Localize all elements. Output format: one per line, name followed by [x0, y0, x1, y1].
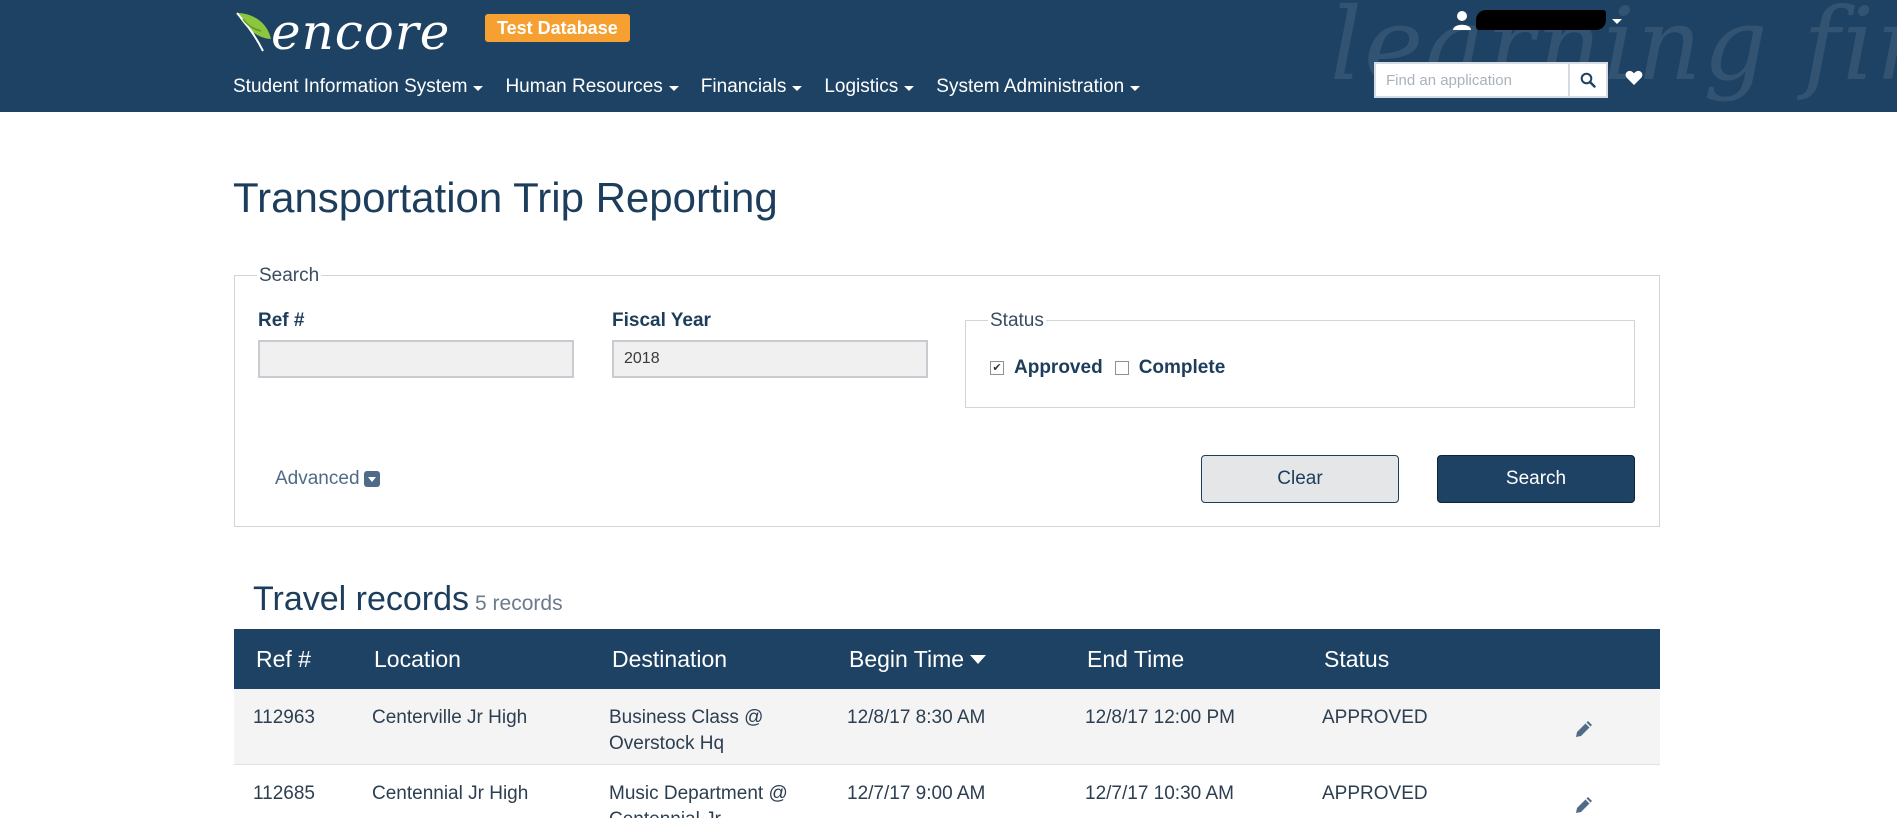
- complete-checkbox[interactable]: [1114, 361, 1129, 375]
- fiscal-year-label: Fiscal Year: [612, 310, 711, 331]
- nav-student-information-system[interactable]: Student Information System: [233, 76, 484, 98]
- heart-icon: [1625, 70, 1643, 85]
- status-legend: Status: [988, 310, 1046, 332]
- advanced-toggle[interactable]: Advanced: [275, 468, 380, 490]
- column-header-destination[interactable]: Destination: [612, 629, 727, 689]
- ref-number-input[interactable]: [258, 340, 574, 378]
- user-name-redacted: [1476, 10, 1606, 30]
- status-filter-group: Status ✔ Approved Complete: [965, 310, 1635, 408]
- column-header-label: Begin Time: [849, 646, 965, 672]
- edit-pencil-icon[interactable]: [1572, 793, 1596, 817]
- nav-label: Logistics: [824, 76, 899, 97]
- approved-checkbox[interactable]: ✔: [990, 361, 1004, 375]
- records-title: Travel records: [253, 580, 470, 618]
- nav-label: Student Information System: [233, 76, 468, 97]
- search-panel: Search Ref # Fiscal Year Status ✔ Approv…: [234, 265, 1660, 527]
- fiscal-year-input[interactable]: [612, 340, 928, 378]
- encore-logo[interactable]: encore: [233, 4, 450, 60]
- nav-label: Human Resources: [505, 76, 663, 97]
- test-database-badge: Test Database: [485, 14, 630, 42]
- search-icon: [1580, 72, 1596, 88]
- application-search: [1374, 62, 1608, 98]
- table-row[interactable]: 112685 Centennial Jr High Music Departme…: [234, 765, 1660, 818]
- records-count: 5 records: [475, 592, 563, 615]
- sort-descending-icon: [970, 654, 987, 664]
- status-checkboxes: ✔ Approved Complete: [990, 357, 1237, 379]
- cell-destination: Business Class @ Overstock Hq: [609, 707, 764, 754]
- nav-label: System Administration: [936, 76, 1125, 97]
- cell-status: APPROVED: [1322, 783, 1428, 804]
- column-header-end-time[interactable]: End Time: [1087, 629, 1184, 689]
- column-header-label: End Time: [1087, 646, 1185, 672]
- column-header-ref[interactable]: Ref #: [256, 629, 311, 689]
- column-header-label: Destination: [612, 646, 728, 672]
- complete-checkbox-label[interactable]: Complete: [1139, 357, 1226, 379]
- column-header-status[interactable]: Status: [1324, 629, 1389, 689]
- cell-end-time: 12/8/17 12:00 PM: [1085, 707, 1235, 728]
- records-heading: Travel records 5 records: [253, 580, 563, 619]
- top-navigation-bar: learning first encore Test Database Stud…: [0, 0, 1897, 112]
- page-title: Transportation Trip Reporting: [233, 174, 778, 221]
- caret-down-icon: [1612, 18, 1622, 24]
- cell-begin-time: 12/8/17 8:30 AM: [847, 707, 986, 728]
- travel-records-table: Ref # Location Destination Begin Time En…: [234, 629, 1660, 818]
- nav-label: Financials: [700, 76, 787, 97]
- caret-down-icon: [792, 85, 803, 91]
- cell-ref: 112685: [253, 783, 315, 804]
- cell-end-time: 12/7/17 10:30 AM: [1085, 783, 1234, 804]
- expand-down-icon: [363, 471, 380, 487]
- column-header-location[interactable]: Location: [374, 629, 461, 689]
- nav-human-resources[interactable]: Human Resources: [505, 76, 679, 98]
- column-header-begin-time[interactable]: Begin Time: [849, 629, 987, 689]
- table-header: Ref # Location Destination Begin Time En…: [234, 629, 1660, 689]
- find-application-input[interactable]: [1374, 62, 1570, 98]
- caret-down-icon: [1130, 85, 1141, 91]
- ref-number-label: Ref #: [258, 310, 305, 331]
- approved-checkbox-label[interactable]: Approved: [1014, 357, 1103, 379]
- cell-destination: Music Department @ Centennial Jr: [609, 783, 788, 818]
- search-panel-legend: Search: [257, 265, 322, 287]
- advanced-label: Advanced: [275, 468, 360, 489]
- main-navigation: Student Information System Human Resourc…: [233, 76, 1141, 98]
- caret-down-icon: [668, 85, 679, 91]
- column-header-label: Status: [1324, 646, 1390, 672]
- user-icon: [1453, 11, 1471, 30]
- column-header-label: Location: [374, 646, 461, 672]
- caret-down-icon: [473, 85, 484, 91]
- cell-ref: 112963: [253, 707, 315, 728]
- user-menu[interactable]: [1452, 10, 1622, 30]
- table-row[interactable]: 112963 Centerville Jr High Business Clas…: [234, 689, 1660, 765]
- search-button[interactable]: Search: [1437, 455, 1635, 503]
- nav-financials[interactable]: Financials: [701, 76, 803, 98]
- logo-wordmark: encore: [271, 3, 451, 61]
- clear-button[interactable]: Clear: [1201, 455, 1399, 503]
- application-search-button[interactable]: [1570, 62, 1608, 98]
- cell-location: Centerville Jr High: [372, 707, 528, 728]
- cell-status: APPROVED: [1322, 707, 1428, 728]
- column-header-label: Ref #: [256, 646, 311, 672]
- caret-down-icon: [904, 85, 915, 91]
- edit-pencil-icon[interactable]: [1572, 717, 1596, 741]
- nav-logistics[interactable]: Logistics: [824, 76, 915, 98]
- nav-system-administration[interactable]: System Administration: [936, 76, 1141, 98]
- cell-begin-time: 12/7/17 9:00 AM: [847, 783, 986, 804]
- cell-location: Centennial Jr High: [372, 783, 529, 804]
- favorites-button[interactable]: [1625, 70, 1643, 91]
